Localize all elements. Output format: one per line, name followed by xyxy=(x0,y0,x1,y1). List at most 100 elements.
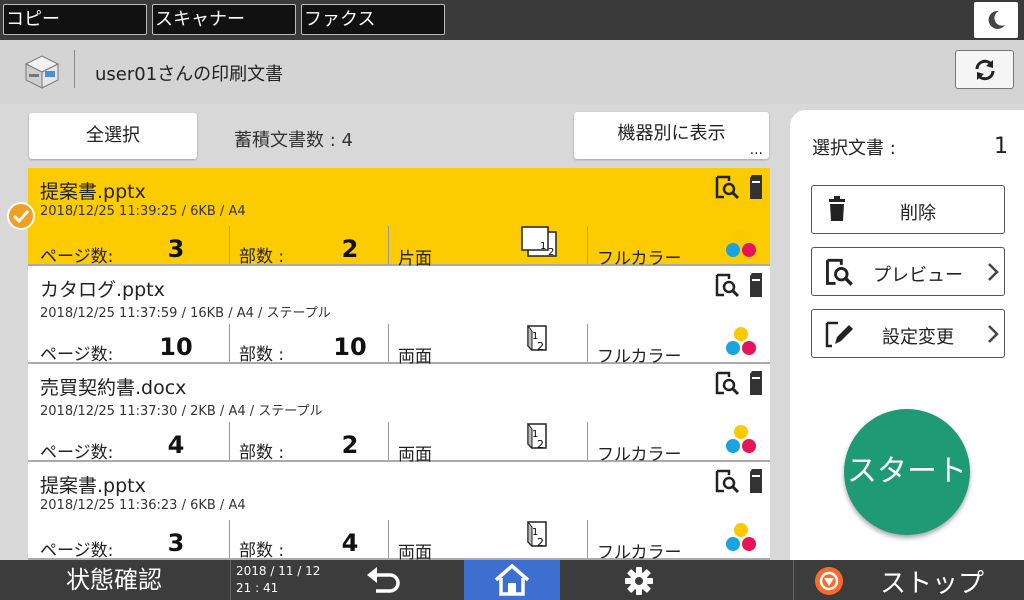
full-color-icon xyxy=(726,327,756,355)
preview-button[interactable]: プレビュー xyxy=(811,247,1005,296)
full-color-icon xyxy=(726,425,756,453)
column-divider xyxy=(587,226,588,264)
duplex-icon: 1 2 xyxy=(527,324,547,353)
column-divider xyxy=(388,324,389,362)
back-icon[interactable] xyxy=(364,566,404,594)
more-indicator: ... xyxy=(749,142,763,158)
bottom-bar: 状態確認 2018 / 11 / 12 21 : 41 ストップ xyxy=(0,560,1024,600)
svg-text:2: 2 xyxy=(537,438,544,451)
svg-text:1: 1 xyxy=(540,241,546,252)
delete-button[interactable]: 削除 xyxy=(811,185,1005,234)
column-divider xyxy=(388,520,389,558)
copies-label: 部数 : xyxy=(239,541,285,560)
stop-icon[interactable] xyxy=(814,566,844,596)
column-divider xyxy=(229,324,230,362)
time-text: 21 : 41 xyxy=(236,581,279,595)
date-text: 2018 / 11 / 12 xyxy=(236,564,321,578)
change-settings-label: 設定変更 xyxy=(882,327,954,348)
full-color-icon xyxy=(726,229,756,257)
moon-icon xyxy=(988,10,1005,29)
copies-label: 部数 : xyxy=(239,443,285,463)
column-divider xyxy=(388,422,389,460)
column-divider xyxy=(229,422,230,460)
column-divider xyxy=(229,520,230,558)
show-by-device-label: 機器別に表示 xyxy=(617,123,726,144)
document-meta: 2018/12/25 11:36:23 / 6KB / A4 xyxy=(40,498,246,513)
app-header: user01さんの印刷文書 xyxy=(0,40,1024,104)
document-name: 提案書.pptx xyxy=(40,475,146,497)
copies-value: 4 xyxy=(341,529,359,557)
tab-copy[interactable]: コピー xyxy=(3,4,147,35)
document-row[interactable]: 売買契約書.docx 2018/12/25 11:37:30 / 2KB / A… xyxy=(28,364,770,465)
document-row[interactable]: 提案書.pptx 2018/12/25 11:39:25 / 6KB / A4 … xyxy=(28,168,770,269)
copies-value: 2 xyxy=(341,431,359,459)
edit-icon xyxy=(825,321,853,348)
night-mode-button[interactable] xyxy=(974,2,1018,38)
document-list: 提案書.pptx 2018/12/25 11:39:25 / 6KB / A4 … xyxy=(28,168,770,560)
pages-label: ページ数: xyxy=(40,443,114,463)
printer-app-icon xyxy=(24,55,60,89)
document-name: 提案書.pptx xyxy=(40,181,146,203)
document-icon[interactable] xyxy=(748,175,764,201)
sides-value: 両面 xyxy=(398,543,432,560)
document-row[interactable]: 提案書.pptx 2018/12/25 11:36:23 / 6KB / A4 … xyxy=(28,462,770,560)
chevron-right-icon xyxy=(988,263,999,281)
pages-value: 3 xyxy=(167,235,185,263)
svg-text:2: 2 xyxy=(548,247,554,258)
document-icon[interactable] xyxy=(748,469,764,495)
pages-label: ページ数: xyxy=(40,345,114,365)
tab-scanner[interactable]: スキャナー xyxy=(152,4,296,35)
copies-value: 10 xyxy=(333,333,367,361)
stop-button[interactable]: ストップ xyxy=(880,563,984,600)
refresh-icon xyxy=(975,59,995,81)
delete-label: 削除 xyxy=(900,203,936,224)
chevron-right-icon xyxy=(988,325,999,343)
svg-text:2: 2 xyxy=(537,340,544,353)
document-row[interactable]: カタログ.pptx 2018/12/25 11:37:59 / 16KB / A… xyxy=(28,266,770,367)
document-icon[interactable] xyxy=(748,371,764,397)
document-icon[interactable] xyxy=(748,273,764,299)
start-button[interactable]: スタート xyxy=(844,409,970,535)
home-button[interactable] xyxy=(464,560,560,600)
clock: 2018 / 11 / 12 21 : 41 xyxy=(236,563,320,597)
svg-text:2: 2 xyxy=(537,536,544,549)
home-icon xyxy=(494,564,530,596)
status-check-button[interactable]: 状態確認 xyxy=(0,560,228,600)
document-meta: 2018/12/25 11:37:30 / 2KB / A4 / ステープル xyxy=(40,404,323,419)
duplex-icon: 1 2 xyxy=(527,422,547,451)
copies-value: 2 xyxy=(341,235,359,263)
document-name: カタログ.pptx xyxy=(40,279,165,301)
color-mode-value: フルカラー xyxy=(597,543,682,560)
selected-docs-label: 選択文書 : xyxy=(812,138,896,159)
column-divider xyxy=(587,324,588,362)
show-by-device-button[interactable]: 機器別に表示 ... xyxy=(574,112,769,159)
duplex-icon: 1 2 xyxy=(527,520,547,549)
refresh-button[interactable] xyxy=(955,50,1014,89)
trash-icon xyxy=(829,196,845,221)
document-meta: 2018/12/25 11:37:59 / 16KB / A4 / ステープル xyxy=(40,306,331,321)
page-title: user01さんの印刷文書 xyxy=(95,64,284,85)
tab-fax[interactable]: ファクス xyxy=(301,4,445,35)
pages-value: 3 xyxy=(167,529,185,557)
bottom-divider xyxy=(793,560,794,600)
document-name: 売買契約書.docx xyxy=(40,377,187,399)
column-divider xyxy=(229,226,230,264)
gear-icon[interactable] xyxy=(625,567,653,595)
copies-label: 部数 : xyxy=(239,247,285,267)
preview-icon[interactable] xyxy=(714,175,740,201)
pages-value: 4 xyxy=(167,431,185,459)
select-all-button[interactable]: 全選択 xyxy=(29,113,197,159)
stored-count: 蓄積文書数 : 4 xyxy=(234,130,353,151)
bottom-divider xyxy=(230,560,231,600)
column-divider xyxy=(587,422,588,460)
pages-value: 10 xyxy=(159,333,193,361)
preview-icon[interactable] xyxy=(714,371,740,397)
pages-label: ページ数: xyxy=(40,541,114,560)
preview-icon[interactable] xyxy=(714,469,740,495)
check-icon xyxy=(7,202,35,230)
preview-icon[interactable] xyxy=(714,273,740,299)
change-settings-button[interactable]: 設定変更 xyxy=(811,309,1005,358)
header-divider xyxy=(74,50,75,88)
pages-label: ページ数: xyxy=(40,247,114,267)
document-meta: 2018/12/25 11:39:25 / 6KB / A4 xyxy=(40,204,246,219)
